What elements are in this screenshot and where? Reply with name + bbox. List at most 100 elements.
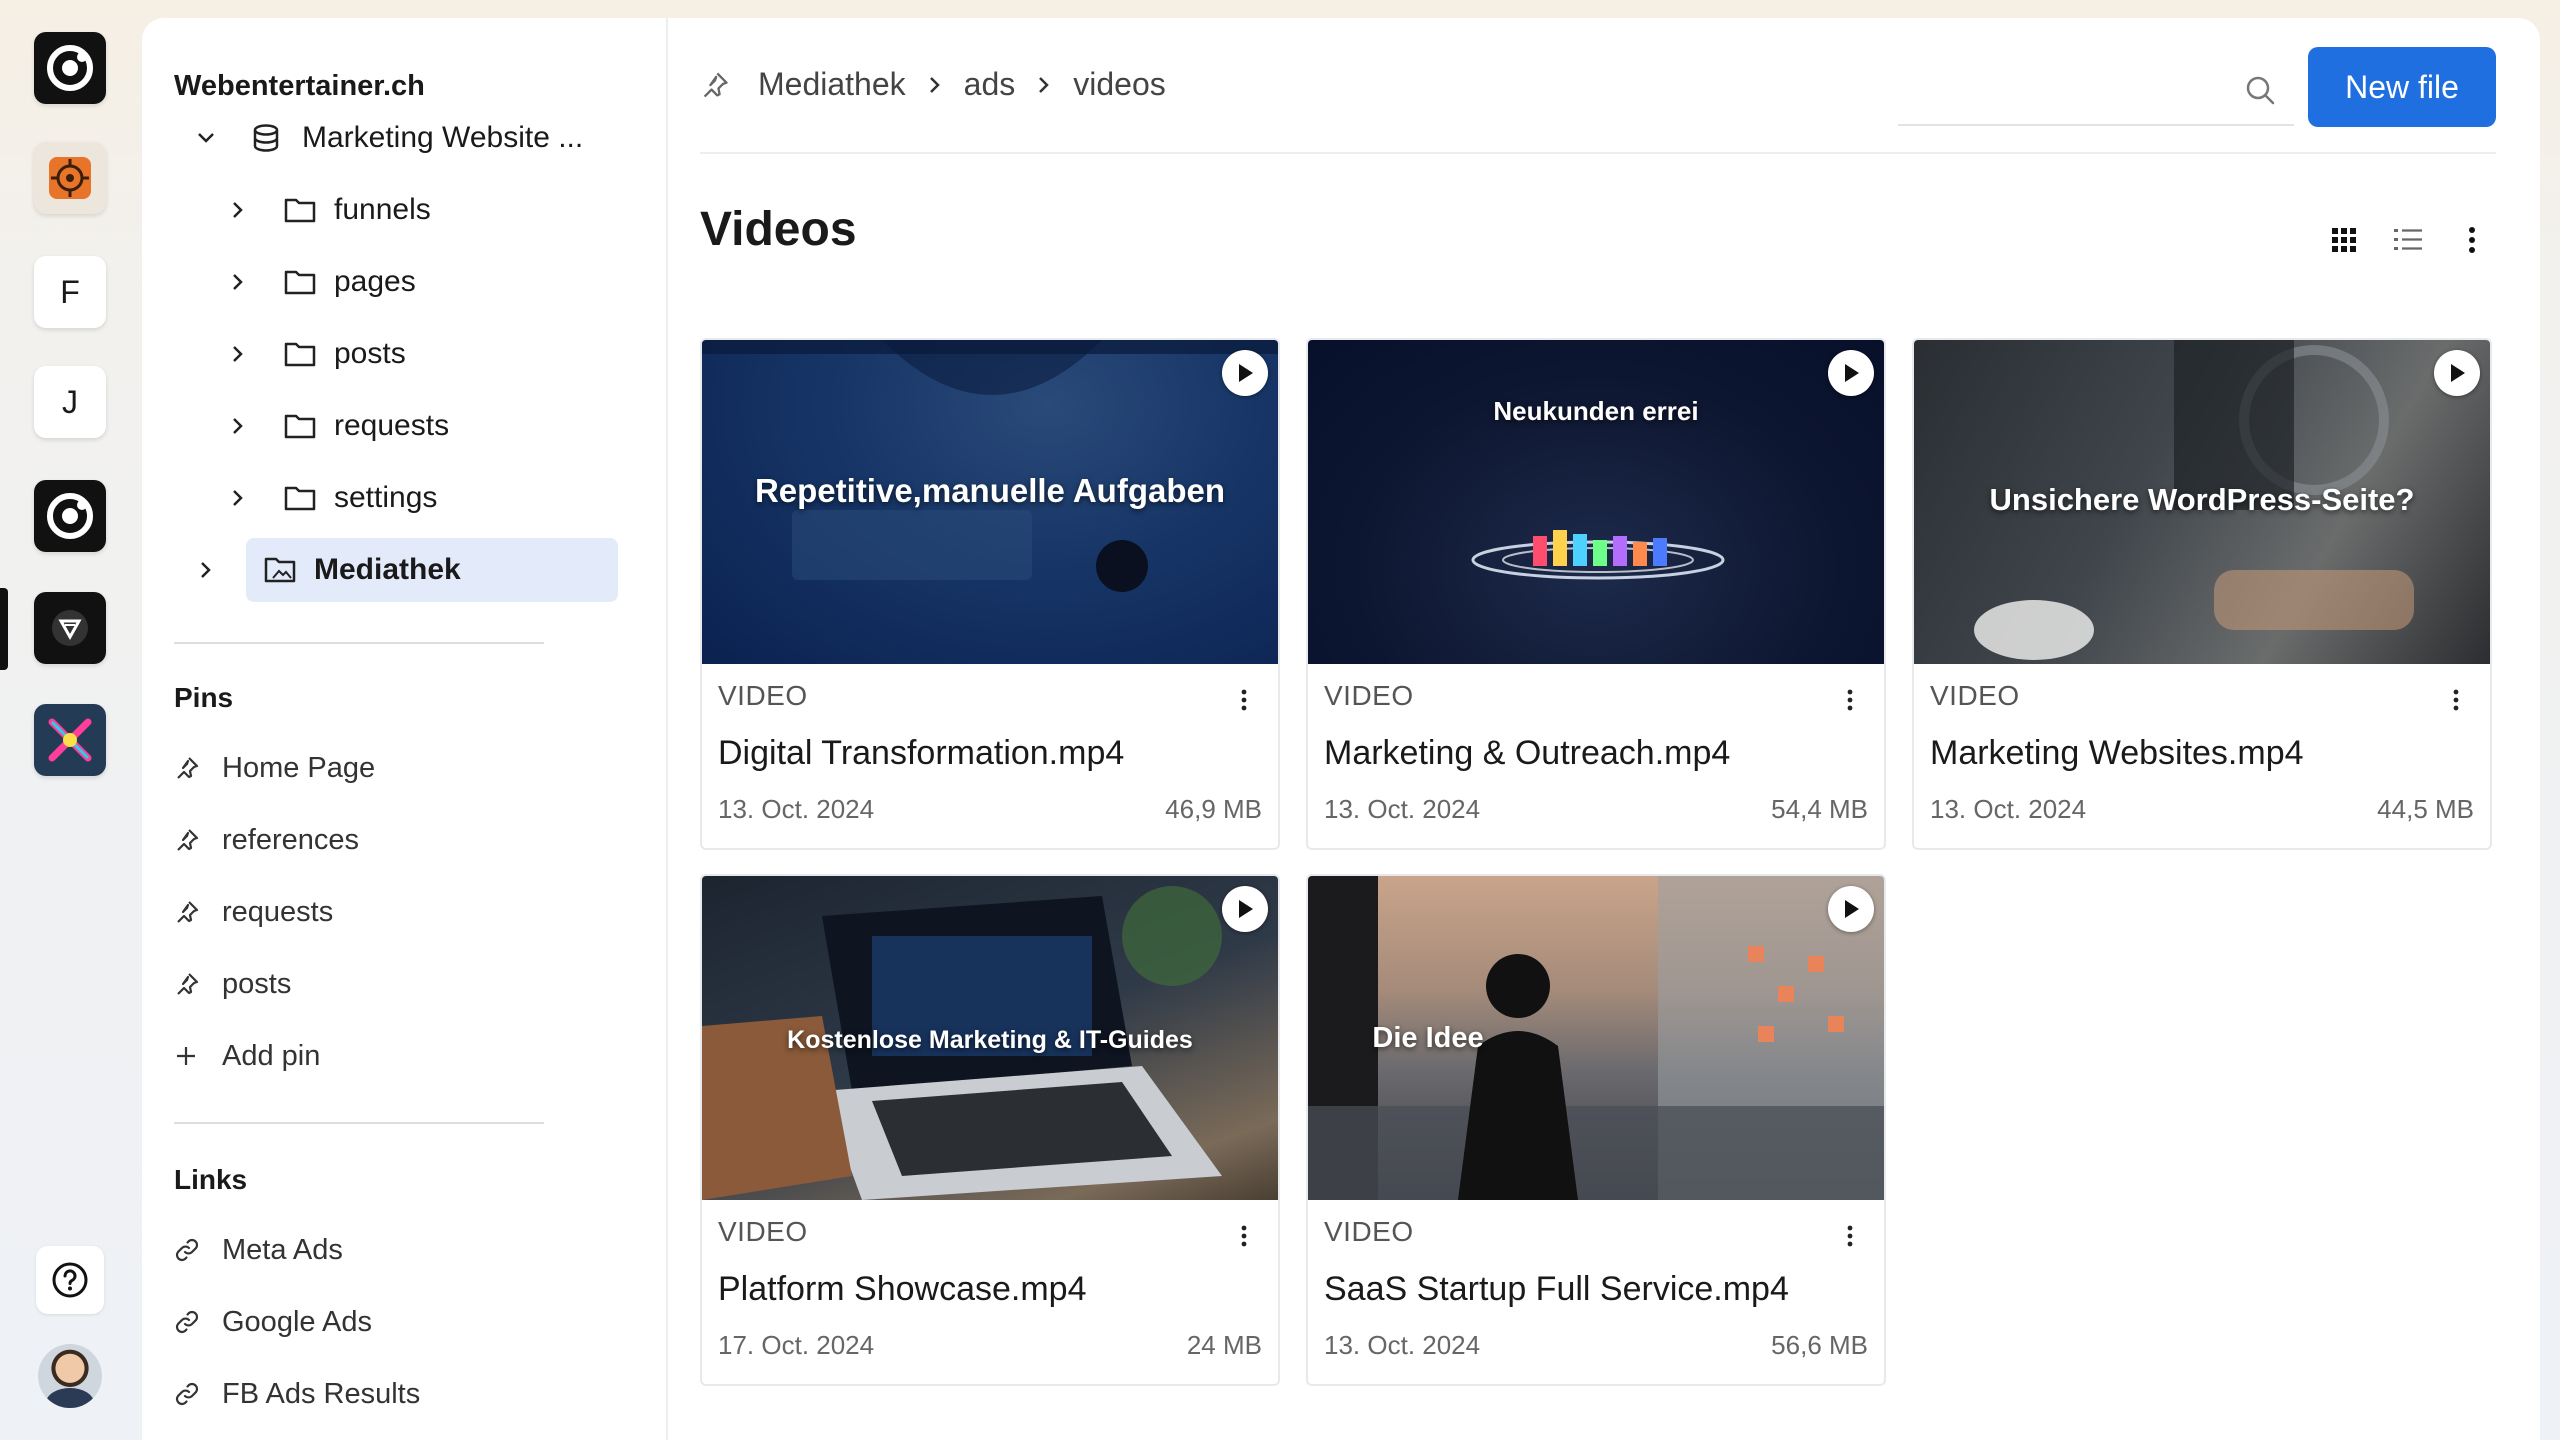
play-icon[interactable]	[1222, 886, 1268, 932]
play-icon[interactable]	[1222, 350, 1268, 396]
more-vertical-icon[interactable]	[1234, 686, 1254, 714]
pin-label: posts	[222, 967, 292, 1000]
workspace-name: Webentertainer.ch	[174, 70, 425, 102]
chevron-right-icon[interactable]	[226, 270, 250, 294]
thumbnail-caption: Neukunden errei	[1493, 396, 1699, 426]
file-date: 13. Oct. 2024	[1324, 794, 1481, 824]
link-label: Meta Ads	[222, 1233, 343, 1266]
file-size: 54,4 MB	[1771, 794, 1868, 824]
app-f-icon[interactable]: F	[34, 256, 106, 328]
link-fb-ads-results[interactable]: FB Ads Results	[174, 1370, 420, 1418]
folder-icon	[284, 339, 318, 369]
more-vertical-icon[interactable]	[1840, 1222, 1860, 1250]
user-avatar[interactable]	[38, 1344, 102, 1408]
video-thumbnail[interactable]: Die Idee	[1308, 876, 1884, 1200]
pin-page-icon[interactable]	[700, 70, 730, 100]
more-vertical-icon[interactable]	[1234, 1222, 1254, 1250]
search-input[interactable]	[1898, 66, 2228, 110]
active-app-marker	[0, 588, 8, 670]
video-thumbnail[interactable]: Neukunden errei	[1308, 340, 1884, 664]
pin-posts[interactable]: posts	[174, 960, 291, 1008]
tree-folder-posts[interactable]: posts	[226, 322, 406, 386]
more-vertical-icon[interactable]	[2440, 216, 2504, 264]
app-triangle-icon[interactable]	[34, 592, 106, 664]
tree-folder-funnels[interactable]: funnels	[226, 178, 431, 242]
pin-label: requests	[222, 895, 334, 928]
pin-home-page[interactable]: Home Page	[174, 744, 375, 792]
breadcrumb-videos[interactable]: videos	[1073, 66, 1166, 103]
thumbnail-caption: Repetitive,manuelle Aufgaben	[754, 472, 1226, 509]
tree-project[interactable]: Marketing Website ...	[194, 106, 583, 170]
pins-title: Pins	[174, 682, 234, 713]
tree-folder-pages[interactable]: pages	[226, 250, 416, 314]
search-icon[interactable]	[2244, 74, 2276, 111]
video-card[interactable]: Die Idee VIDEO SaaS Startup Full Service…	[1306, 874, 1886, 1386]
video-card[interactable]: Kostenlose Marketing & IT-Guides VIDEO P…	[700, 874, 1280, 1386]
link-meta-ads[interactable]: Meta Ads	[174, 1226, 343, 1274]
sidebar: Webentertainer.ch Marketing Website ... …	[142, 18, 668, 1440]
list-view-icon[interactable]	[2376, 216, 2440, 264]
tree-folder-settings[interactable]: settings	[226, 466, 437, 530]
pin-references[interactable]: references	[174, 816, 359, 864]
folder-label: posts	[334, 337, 406, 370]
media-folder-icon	[264, 555, 298, 585]
chevron-right-icon[interactable]	[226, 486, 250, 510]
thumbnail-art	[1471, 530, 1725, 580]
app-rail: F J	[0, 0, 140, 1440]
app-f-letter: F	[60, 273, 80, 310]
folder-label: requests	[334, 409, 450, 442]
tree-mediathek-toggle[interactable]	[194, 538, 252, 602]
mediathek-label: Mediathek	[314, 553, 461, 586]
file-type-label: VIDEO	[1324, 680, 1414, 711]
app-j-icon[interactable]: J	[34, 366, 106, 438]
video-card[interactable]: Repetitive,manuelle Aufgaben VIDEO Digit…	[700, 338, 1280, 850]
app-colorful-icon[interactable]	[34, 704, 106, 776]
more-vertical-icon[interactable]	[1840, 686, 1860, 714]
link-google-ads[interactable]: Google Ads	[174, 1298, 372, 1346]
breadcrumb-ads[interactable]: ads	[964, 66, 1016, 103]
more-vertical-icon[interactable]	[2446, 686, 2466, 714]
chevron-right-icon[interactable]	[226, 414, 250, 438]
topbar: Mediathek ads videos New file	[700, 46, 2496, 154]
new-file-button[interactable]: New file	[2308, 47, 2496, 127]
pin-requests[interactable]: requests	[174, 888, 333, 936]
chevron-right-icon[interactable]	[226, 342, 250, 366]
folder-icon	[284, 195, 318, 225]
file-name: Marketing & Outreach.mp4	[1324, 734, 1731, 772]
thumbnail-caption: Kostenlose Marketing & IT-Guides	[787, 1026, 1193, 1054]
video-card[interactable]: Unsichere WordPress-Seite? VIDEO Marketi…	[1912, 338, 2492, 850]
app-orange-icon[interactable]	[34, 142, 106, 214]
pin-icon	[174, 827, 202, 853]
grid-view-icon[interactable]	[2312, 216, 2376, 264]
link-label: FB Ads Results	[222, 1377, 421, 1410]
video-thumbnail[interactable]: Kostenlose Marketing & IT-Guides	[702, 876, 1278, 1200]
folder-icon	[284, 411, 318, 441]
help-button[interactable]	[36, 1246, 104, 1314]
video-thumbnail[interactable]: Repetitive,manuelle Aufgaben	[702, 340, 1278, 664]
links-title: Links	[174, 1164, 248, 1195]
sidebar-divider	[174, 642, 544, 644]
project-label: Marketing Website ...	[302, 121, 584, 154]
play-icon[interactable]	[2434, 350, 2480, 396]
file-date: 13. Oct. 2024	[718, 794, 875, 824]
folder-label: settings	[334, 481, 438, 514]
tree-folder-requests[interactable]: requests	[226, 394, 449, 458]
video-card[interactable]: Neukunden errei VIDEO Marketing & Outrea…	[1306, 338, 1886, 850]
plus-icon	[174, 1044, 202, 1068]
file-date: 13. Oct. 2024	[1324, 1330, 1481, 1360]
chevron-right-icon[interactable]	[194, 558, 218, 582]
breadcrumb-mediathek[interactable]: Mediathek	[758, 66, 906, 103]
file-name: SaaS Startup Full Service.mp4	[1324, 1270, 1789, 1308]
chevron-right-icon	[1037, 75, 1051, 95]
app-ring-icon[interactable]	[34, 32, 106, 104]
video-thumbnail[interactable]: Unsichere WordPress-Seite?	[1914, 340, 2490, 664]
add-pin-button[interactable]: Add pin	[174, 1032, 320, 1080]
chevron-right-icon	[928, 75, 942, 95]
chevron-right-icon[interactable]	[226, 198, 250, 222]
play-icon[interactable]	[1828, 350, 1874, 396]
chevron-down-icon[interactable]	[194, 126, 218, 150]
play-icon[interactable]	[1828, 886, 1874, 932]
app-ring-2-icon[interactable]	[34, 480, 106, 552]
folder-icon	[284, 267, 318, 297]
tree-item-mediathek[interactable]: Mediathek	[246, 538, 618, 602]
